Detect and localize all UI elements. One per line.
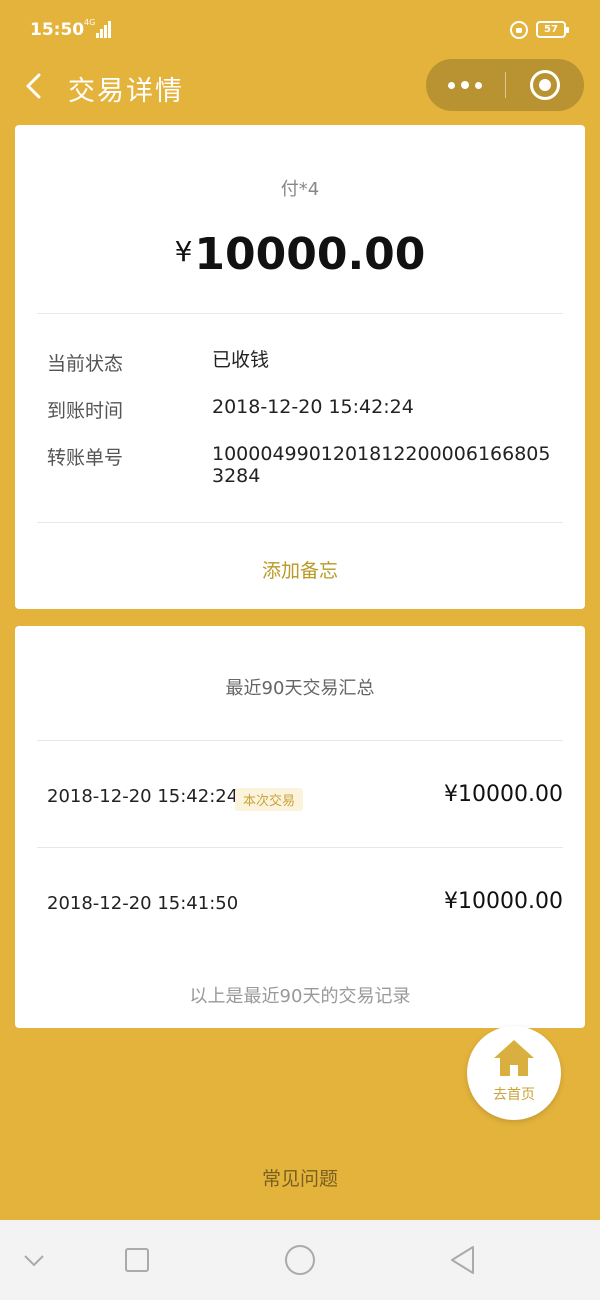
amount-value: 10000.00 [194, 229, 426, 280]
payer-name: 付*4 [280, 179, 320, 200]
more-button[interactable] [426, 59, 504, 111]
target-circle-icon [530, 70, 560, 100]
chevron-left-icon[interactable] [24, 73, 44, 99]
status-value: 已收钱 [212, 349, 270, 371]
network-type: 4G [84, 18, 96, 27]
arrival-time-label: 到账时间 [47, 400, 124, 422]
transaction-time: 2018-12-20 15:42:24 [47, 786, 239, 807]
go-home-button[interactable]: 去首页 [467, 1026, 561, 1120]
faq-link[interactable]: 常见问题 [0, 1164, 600, 1191]
transaction-row[interactable]: 2018-12-20 15:42:24 本次交易 ¥10000.00 [37, 741, 563, 847]
screen: 15:50 4G 57 交易详情 付*4 ¥10000.00 当前状态 已收钱 … [0, 0, 600, 1300]
summary-footer-note: 以上是最近90天的交易记录 [189, 986, 411, 1007]
status-time: 15:50 [30, 20, 85, 40]
status-label: 当前状态 [47, 353, 124, 375]
home-circle-icon[interactable] [280, 1240, 320, 1280]
transfer-number-value: 10000499012018122000061668053284 [212, 443, 551, 487]
add-memo-link[interactable]: 添加备忘 [15, 556, 585, 583]
transaction-amount: ¥10000.00 [15, 229, 585, 280]
battery-level: 57 [544, 24, 558, 35]
transaction-detail-card: 付*4 ¥10000.00 当前状态 已收钱 到账时间 2018-12-20 1… [15, 125, 585, 609]
more-dots-icon [448, 81, 482, 90]
transaction-row[interactable]: 2018-12-20 15:41:50 ¥10000.00 [37, 848, 563, 954]
recent-apps-icon[interactable] [117, 1240, 157, 1280]
chevron-down-icon[interactable] [14, 1240, 54, 1280]
transaction-amount: ¥10000.00 [444, 889, 563, 914]
rotation-lock-icon [510, 21, 528, 39]
summary-card: 最近90天交易汇总 2018-12-20 15:42:24 本次交易 ¥1000… [15, 626, 585, 1028]
transaction-time: 2018-12-20 15:41:50 [47, 893, 239, 914]
system-navigation-bar [0, 1220, 600, 1300]
transfer-number-label: 转账单号 [47, 447, 124, 469]
currency-symbol: ¥ [174, 235, 193, 268]
mini-program-capsule [426, 59, 584, 111]
current-transaction-badge: 本次交易 [235, 788, 304, 811]
close-mini-program-button[interactable] [506, 59, 584, 111]
divider [37, 522, 563, 523]
page-title: 交易详情 [68, 76, 184, 107]
transaction-amount: ¥10000.00 [444, 782, 563, 807]
arrival-time-value: 2018-12-20 15:42:24 [212, 396, 414, 418]
signal-icon: 4G [84, 18, 112, 38]
nav-bar: 交易详情 [0, 55, 600, 115]
go-home-label: 去首页 [493, 1087, 535, 1103]
battery-icon: 57 [536, 21, 569, 38]
back-triangle-icon[interactable] [443, 1240, 483, 1280]
summary-title: 最近90天交易汇总 [225, 678, 375, 699]
divider [37, 313, 563, 314]
status-bar: 15:50 4G 57 [0, 0, 600, 60]
home-icon [492, 1038, 536, 1078]
